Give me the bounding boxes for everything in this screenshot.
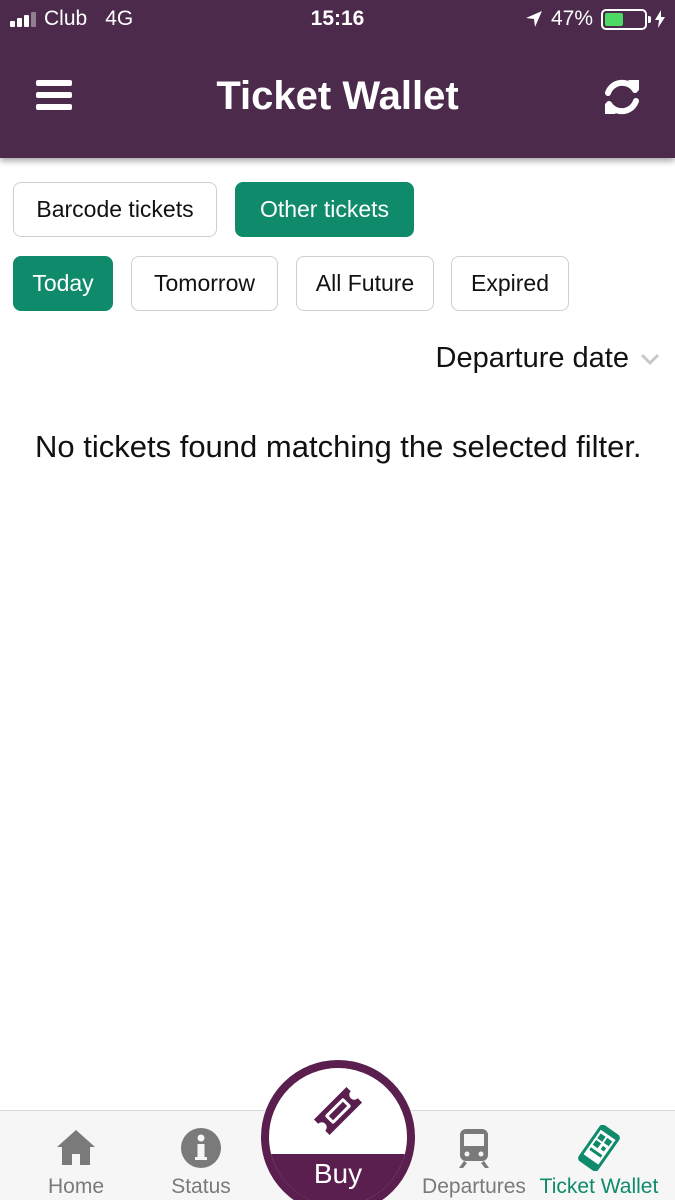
refresh-icon[interactable] [601, 76, 643, 118]
filter-tomorrow-button[interactable]: Tomorrow [131, 256, 278, 311]
empty-state-message: No tickets found matching the selected f… [35, 429, 642, 464]
tab-departures-label: Departures [422, 1175, 526, 1198]
status-bar: Club 4G 15:16 47% [0, 0, 675, 38]
train-icon [459, 1129, 489, 1168]
filter-today-button[interactable]: Today [13, 256, 113, 311]
location-arrow-icon [525, 11, 542, 27]
chevron-down-icon [640, 353, 660, 365]
tab-home[interactable]: Home [30, 1111, 122, 1200]
filter-expired-button[interactable]: Expired [451, 256, 569, 311]
tab-ticket-wallet-label: Ticket Wallet [539, 1175, 659, 1198]
filter-all-future-button[interactable]: All Future [296, 256, 434, 311]
status-right: 47% [525, 7, 665, 31]
tab-status-label: Status [171, 1175, 231, 1198]
battery-percent: 47% [550, 7, 593, 30]
tab-status[interactable]: Status [155, 1111, 247, 1200]
charging-bolt-icon [655, 10, 665, 28]
info-icon [181, 1128, 221, 1168]
barcode-tickets-button[interactable]: Barcode tickets [13, 182, 217, 237]
sort-label: Departure date [435, 342, 629, 374]
other-tickets-button[interactable]: Other tickets [235, 182, 414, 237]
home-icon [57, 1130, 95, 1165]
page-title: Ticket Wallet [216, 74, 459, 118]
top-bar: Club 4G 15:16 47% Ticket Wallet [0, 0, 675, 158]
buy-button[interactable]: Buy [261, 1060, 415, 1200]
app-header: Ticket Wallet [0, 38, 675, 158]
battery-icon [601, 8, 651, 30]
sort-dropdown[interactable]: Departure date [436, 342, 661, 375]
buy-button-label: Buy [313, 1158, 363, 1189]
tab-home-label: Home [47, 1175, 105, 1198]
tab-departures[interactable]: Departures [418, 1111, 530, 1200]
mobile-ticket-icon [578, 1125, 620, 1171]
ticket-icon [313, 1086, 363, 1136]
tab-ticket-wallet[interactable]: Ticket Wallet [535, 1111, 663, 1200]
